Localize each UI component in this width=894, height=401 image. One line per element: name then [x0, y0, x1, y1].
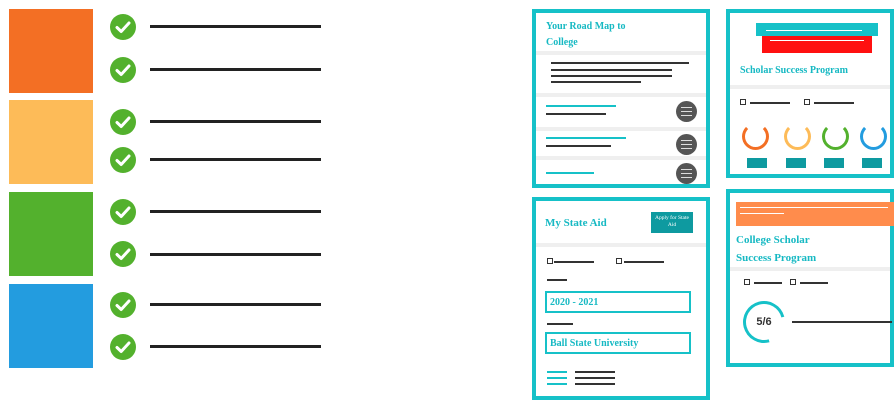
state-aid-title: My State Aid — [545, 217, 607, 229]
check-circle-icon — [110, 199, 136, 225]
checkbox[interactable] — [804, 99, 810, 105]
divider — [730, 85, 890, 89]
year-field[interactable]: 2020 - 2021 — [545, 291, 691, 313]
checkbox[interactable] — [744, 279, 750, 285]
checklist-line — [150, 303, 321, 306]
checklist-line — [150, 345, 321, 348]
header-banner-red — [762, 36, 872, 53]
check-circle-icon — [110, 147, 136, 173]
checkbox[interactable] — [616, 258, 622, 264]
text-line — [551, 69, 672, 71]
check-circle-icon — [110, 57, 136, 83]
scholar-card[interactable]: Scholar Success Program — [726, 9, 894, 178]
school-field[interactable]: Ball State University — [545, 332, 691, 354]
divider — [536, 243, 706, 247]
checkbox[interactable] — [740, 99, 746, 105]
blue-swatch — [9, 284, 93, 368]
divider — [536, 93, 706, 97]
text-line — [551, 81, 641, 83]
checkbox[interactable] — [790, 279, 796, 285]
checklist-line — [150, 68, 321, 71]
checklist-line — [150, 25, 321, 28]
state-aid-card[interactable]: My State Aid Apply for State Aid 2020 - … — [532, 197, 710, 400]
progress-ring — [860, 123, 887, 150]
menu-icon[interactable] — [676, 101, 697, 122]
check-circle-icon — [110, 241, 136, 267]
college-scholar-title: College Scholar Success Program — [736, 231, 816, 267]
status-block — [786, 158, 806, 168]
divider — [536, 156, 706, 160]
divider — [536, 127, 706, 131]
divider — [730, 267, 890, 271]
divider — [536, 51, 706, 55]
menu-icon[interactable] — [676, 163, 697, 184]
roadmap-title: Your Road Map to College — [546, 21, 626, 48]
status-block — [824, 158, 844, 168]
check-circle-icon — [110, 14, 136, 40]
checklist-line — [150, 120, 321, 123]
apply-button[interactable]: Apply for State Aid — [651, 212, 693, 233]
check-circle-icon — [110, 334, 136, 360]
progress-value: 5/6 — [756, 316, 772, 328]
scholar-title: Scholar Success Program — [740, 65, 848, 76]
checklist-line — [150, 253, 321, 256]
check-circle-icon — [110, 109, 136, 135]
progress-ring — [822, 123, 849, 150]
menu-icon[interactable] — [676, 134, 697, 155]
orange-swatch — [9, 9, 93, 93]
college-scholar-card[interactable]: College Scholar Success Program 5/6 — [726, 189, 894, 367]
yellow-swatch — [9, 100, 93, 184]
checklist-line — [150, 210, 321, 213]
roadmap-card[interactable]: Your Road Map to College — [532, 9, 710, 188]
progress-ring — [784, 123, 811, 150]
college-scholar-title-line2: Success Program — [736, 252, 817, 264]
college-scholar-title-line1: College Scholar — [736, 234, 810, 246]
text-line — [551, 75, 672, 77]
status-block — [747, 158, 767, 168]
check-circle-icon — [110, 292, 136, 318]
checklist-line — [150, 158, 321, 161]
checkbox[interactable] — [547, 258, 553, 264]
progress-ring — [742, 123, 769, 150]
text-line — [551, 62, 689, 64]
green-swatch — [9, 192, 93, 276]
status-block — [862, 158, 882, 168]
